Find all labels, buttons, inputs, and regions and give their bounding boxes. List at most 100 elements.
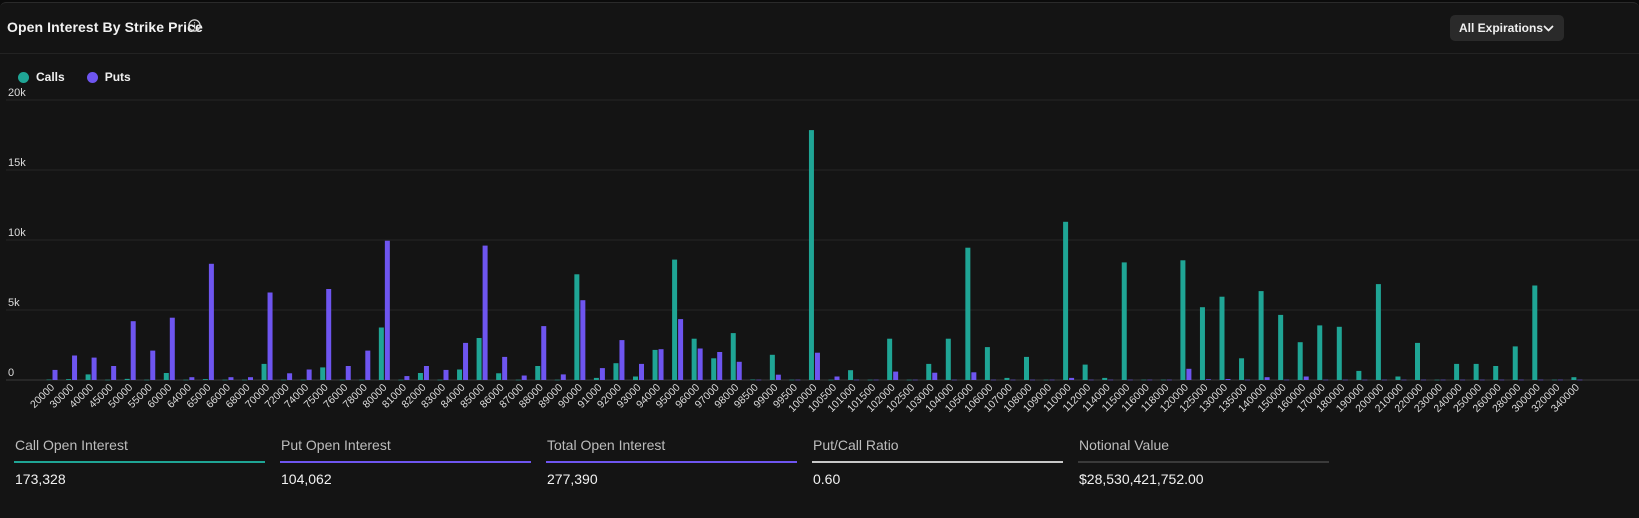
y-tick-label: 10k [8, 227, 26, 239]
call-bar [574, 274, 580, 380]
call-bar [496, 373, 502, 380]
call-bar [1024, 356, 1029, 380]
call-bar [633, 376, 638, 380]
call-bar [1219, 296, 1225, 380]
call-bar [105, 379, 111, 381]
put-bar [521, 375, 527, 380]
put-bar [1108, 379, 1114, 381]
put-bar [658, 349, 664, 380]
summary-stats: Call Open Interest 173,328 Put Open Inte… [0, 437, 1639, 517]
call-bar [1415, 342, 1420, 380]
put-bar [775, 374, 781, 380]
expiration-dropdown[interactable]: All Expirations [1450, 15, 1564, 41]
call-bar [46, 379, 52, 381]
put-bar [267, 292, 273, 380]
stat-value: 277,390 [547, 471, 598, 487]
put-bar [365, 350, 371, 380]
put-bar [580, 300, 586, 380]
call-bar [1512, 346, 1518, 380]
call-bar [222, 379, 228, 381]
put-bar [1362, 379, 1368, 381]
calls-legend-dot [18, 71, 29, 83]
put-bar [72, 355, 78, 380]
chevron-down-icon [1543, 25, 1554, 32]
put-bar [1303, 376, 1309, 380]
call-bar [1532, 285, 1538, 380]
stat-label: Total Open Interest [547, 437, 666, 453]
call-bar [906, 379, 912, 381]
call-bar [593, 377, 599, 380]
call-bar [261, 363, 267, 380]
put-bar [228, 377, 234, 380]
call-bar [828, 379, 834, 381]
stat-underline [546, 461, 797, 463]
put-bar [619, 340, 625, 380]
call-bar [613, 363, 619, 380]
info-icon[interactable] [188, 19, 201, 32]
put-bar [482, 245, 488, 380]
call-bar [476, 338, 482, 380]
call-bar [730, 333, 736, 380]
put-bar [1127, 379, 1133, 381]
put-bar [697, 348, 703, 380]
call-bar [1004, 377, 1010, 380]
call-bar [1258, 291, 1264, 380]
put-bar [1460, 379, 1466, 381]
call-bar [144, 379, 150, 381]
put-bar [306, 369, 312, 380]
call-bar [1239, 358, 1245, 380]
call-bar [1180, 260, 1186, 380]
put-bar [169, 317, 175, 380]
call-bar [1493, 366, 1499, 380]
put-bar [717, 352, 723, 380]
call-bar [1395, 376, 1401, 380]
call-bar [867, 379, 873, 381]
stat-label: Put/Call Ratio [813, 437, 899, 453]
expiration-dropdown-label: All Expirations [1459, 21, 1544, 35]
legend-item-puts[interactable]: Puts [86, 70, 131, 84]
call-bar [1317, 325, 1323, 380]
call-bar [281, 379, 287, 381]
put-bar [560, 374, 566, 380]
put-bar [326, 289, 332, 380]
call-bar [554, 379, 560, 381]
call-bar [163, 373, 169, 380]
call-bar [808, 130, 814, 380]
page-title: Open Interest By Strike Price [7, 19, 203, 35]
put-bar [1225, 379, 1231, 380]
call-bar [1375, 284, 1381, 380]
call-bar [1434, 379, 1440, 381]
call-bar [1199, 307, 1205, 380]
open-interest-bar-chart: 05k10k15k20k2000030000400004500050000550… [6, 87, 1639, 415]
put-bar [873, 379, 879, 381]
call-bar [1551, 379, 1557, 381]
put-bar [1577, 379, 1583, 381]
put-bar [248, 377, 253, 380]
put-bar [912, 379, 918, 381]
stat-label: Put Open Interest [281, 437, 391, 453]
legend-item-calls[interactable]: Calls [18, 70, 65, 84]
call-bar [1454, 363, 1460, 380]
call-bar [769, 354, 775, 380]
put-bar [990, 379, 996, 381]
stat-label: Call Open Interest [15, 437, 128, 453]
y-tick-label: 5k [8, 297, 20, 309]
stat-call-open-interest: Call Open Interest 173,328 [14, 437, 265, 487]
put-bar [1088, 379, 1094, 381]
put-bar [834, 376, 840, 380]
put-bar [150, 350, 156, 380]
call-bar [124, 378, 130, 380]
call-bar [1160, 379, 1166, 381]
call-bar [1356, 370, 1362, 380]
put-bar [1479, 379, 1485, 381]
put-bar [1205, 379, 1211, 380]
put-bar [1381, 379, 1387, 381]
put-bar [463, 342, 469, 380]
put-bar [1499, 379, 1505, 381]
call-bar [515, 379, 521, 381]
call-bar [242, 379, 247, 381]
stat-label: Notional Value [1079, 437, 1170, 453]
call-bar [378, 327, 384, 380]
call-bar [202, 379, 208, 380]
put-bar [971, 372, 977, 380]
